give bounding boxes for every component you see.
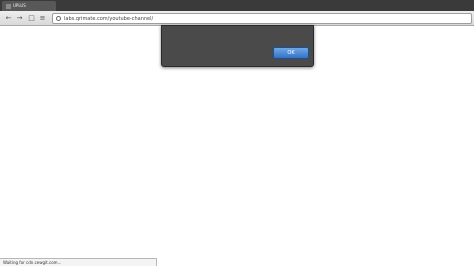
back-arrow-icon[interactable]: ← <box>4 14 13 22</box>
ok-button[interactable]: OK <box>273 47 309 59</box>
share-icon[interactable]: □ <box>27 14 36 22</box>
tab-bar: UPLUS <box>0 0 474 11</box>
status-bar: Waiting for cdn.cewgit.com... <box>0 258 157 266</box>
tabs-overview-icon[interactable]: ≡ <box>38 14 47 22</box>
tab-title: UPLUS <box>13 3 26 8</box>
address-bar[interactable] <box>52 13 472 24</box>
tab-uplus[interactable]: UPLUS <box>2 1 56 11</box>
browser-toolbar: ← → □ ≡ <box>0 11 474 26</box>
forward-arrow-icon[interactable]: → <box>15 14 24 22</box>
alert-dialog: OK <box>161 25 314 67</box>
globe-icon <box>56 16 61 21</box>
favicon-icon <box>6 3 11 9</box>
url-input[interactable] <box>64 14 464 23</box>
